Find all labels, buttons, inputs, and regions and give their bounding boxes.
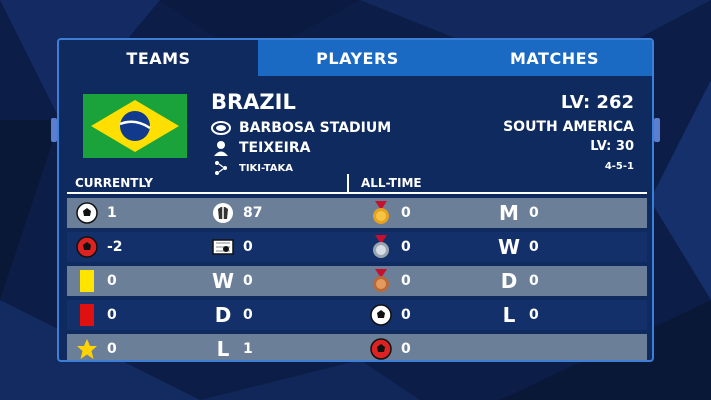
brazil-flag-icon xyxy=(83,94,187,158)
stat-letter: L xyxy=(216,337,230,361)
section-divider xyxy=(347,174,349,192)
rating-value: 87 xyxy=(243,205,263,221)
tab-matches[interactable]: MATCHES xyxy=(457,40,652,76)
gold-medals-value: 0 xyxy=(401,205,411,221)
ball-icon xyxy=(369,303,393,327)
tab-teams[interactable]: TEAMS xyxy=(59,40,258,76)
team-name: BRAZIL xyxy=(211,90,296,114)
stats-row: 0 W 0 0 D 0 xyxy=(67,266,647,296)
currently-label: CURRENTLY xyxy=(75,176,153,190)
draws-value: 0 xyxy=(529,273,539,289)
jersey-icon xyxy=(211,201,235,225)
current-losses-value: 1 xyxy=(243,341,253,357)
formation: 4-5-1 xyxy=(604,161,634,172)
goals-conceded-value: -2 xyxy=(107,239,123,255)
bronze-medal-icon xyxy=(369,269,393,293)
yellow-card-icon xyxy=(75,269,99,293)
all-time-conceded-value: 0 xyxy=(401,341,411,357)
coach-level: LV: 30 xyxy=(590,139,634,154)
star-icon xyxy=(75,337,99,360)
stat-letter: D xyxy=(500,269,518,293)
yellow-cards-value: 0 xyxy=(107,273,117,289)
silver-medal-icon xyxy=(369,235,393,259)
current-draws-value: 0 xyxy=(243,307,253,323)
tactics-icon xyxy=(211,160,231,176)
current-wins-value: 0 xyxy=(243,273,253,289)
tactic-row: TIKI-TAKA xyxy=(211,160,293,176)
goal-difference-value: 1 xyxy=(107,205,117,221)
goals-value: 0 xyxy=(243,239,253,255)
ball-icon xyxy=(75,201,99,225)
red-cards-value: 0 xyxy=(107,307,117,323)
coach-row: TEIXEIRA xyxy=(211,140,311,156)
goal-icon xyxy=(211,235,235,259)
stadium-name: BARBOSA STADIUM xyxy=(239,120,392,136)
tactic-name: TIKI-TAKA xyxy=(239,162,293,174)
silver-medals-value: 0 xyxy=(401,239,411,255)
coach-name: TEIXEIRA xyxy=(239,140,311,156)
person-icon xyxy=(211,140,231,156)
wins-value: 0 xyxy=(529,239,539,255)
red-card-icon xyxy=(75,303,99,327)
all-time-goals-value: 0 xyxy=(401,307,411,323)
stats-row: 1 87 0 M 0 xyxy=(67,198,647,228)
all-time-label: ALL-TIME xyxy=(361,176,422,190)
team-region: SOUTH AMERICA xyxy=(503,119,634,135)
red-ball-icon xyxy=(75,235,99,259)
team-stats-panel: TEAMS PLAYERS MATCHES BRAZIL BARBOSA STA… xyxy=(57,38,654,362)
gold-medal-icon xyxy=(369,201,393,225)
stats-row: 0 L 1 0 xyxy=(67,334,647,361)
stat-letter: L xyxy=(502,303,516,327)
team-level: LV: 262 xyxy=(560,92,634,113)
stats-row: -2 0 0 W 0 xyxy=(67,232,647,262)
stats-row: 0 D 0 0 L 0 xyxy=(67,300,647,330)
bronze-medals-value: 0 xyxy=(401,273,411,289)
stars-value: 0 xyxy=(107,341,117,357)
stat-letter: W xyxy=(497,235,521,259)
stat-letter: D xyxy=(214,303,232,327)
red-ball-icon xyxy=(369,337,393,360)
losses-value: 0 xyxy=(529,307,539,323)
matches-value: 0 xyxy=(529,205,539,221)
right-side-handle[interactable] xyxy=(654,118,660,142)
tab-players[interactable]: PLAYERS xyxy=(258,40,457,76)
tab-bar: TEAMS PLAYERS MATCHES xyxy=(59,40,652,76)
stat-letter: W xyxy=(211,269,235,293)
stadium-row: BARBOSA STADIUM xyxy=(211,120,391,136)
header-divider xyxy=(67,192,647,194)
stadium-icon xyxy=(211,120,231,136)
stat-letter: M xyxy=(499,201,519,225)
